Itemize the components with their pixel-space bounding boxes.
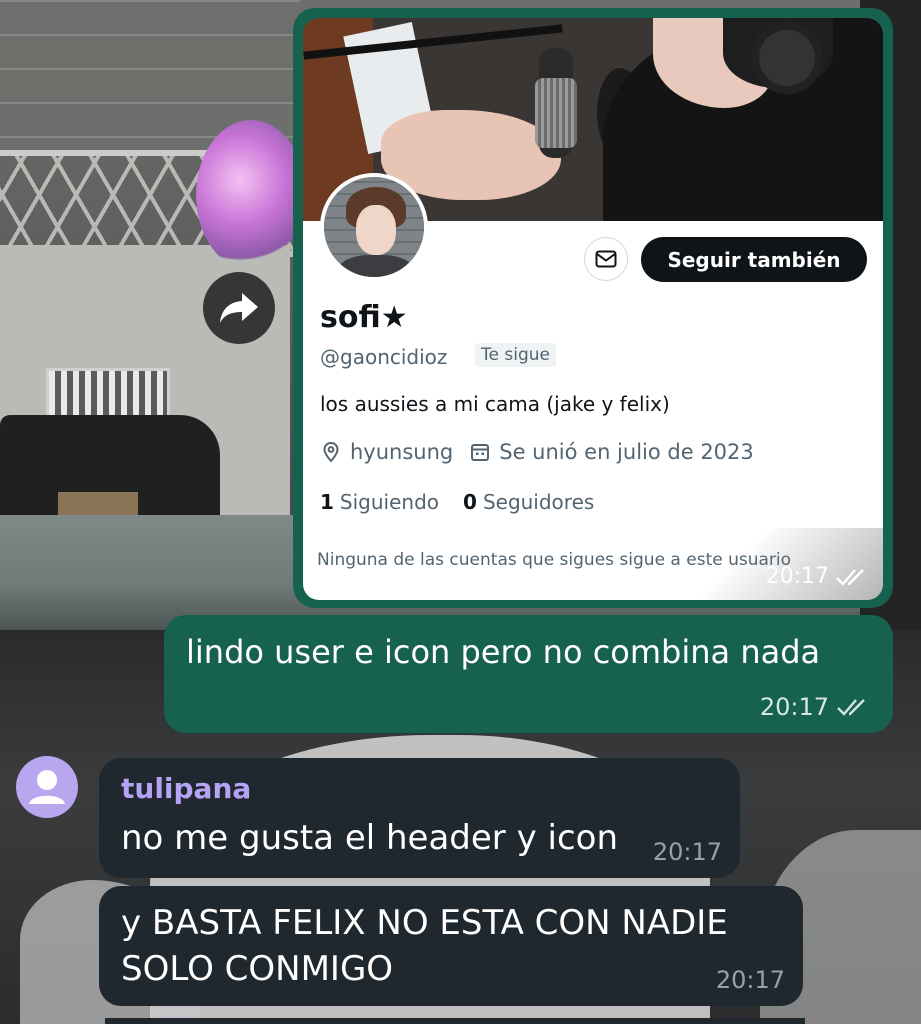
forward-arrow-icon — [220, 293, 258, 323]
message-timestamp: 20:17 — [652, 838, 722, 866]
profile-location: hyunsung — [350, 440, 454, 464]
person-icon — [29, 770, 65, 804]
message-timestamp: 20:17 — [760, 693, 873, 721]
outgoing-message[interactable]: lindo user e icon pero no combina nada 2… — [164, 615, 893, 733]
following-label: Siguiendo — [339, 490, 440, 514]
next-message-edge — [105, 1018, 805, 1024]
profile-display-name: sofi★ — [320, 300, 408, 335]
followers-label: Seguidores — [482, 490, 595, 514]
sender-name[interactable]: tulipana — [121, 772, 251, 805]
profile-join-date: Se unió en julio de 2023 — [499, 440, 754, 464]
message-button — [584, 237, 628, 281]
profile-handle: @gaoncidioz — [320, 345, 448, 369]
screenshot-message[interactable]: Seguir también sofi★ @gaoncidioz Te sigu… — [293, 8, 893, 608]
calendar-icon — [469, 441, 491, 463]
follow-back-button: Seguir también — [641, 237, 867, 282]
incoming-message[interactable]: tulipana no me gusta el header y icon 20… — [99, 758, 740, 878]
followers-count: 0 — [463, 490, 477, 514]
profile-screenshot[interactable]: Seguir también sofi★ @gaoncidioz Te sigu… — [303, 18, 883, 600]
profile-bio: los aussies a mi cama (jake y felix) — [320, 392, 670, 416]
incoming-message[interactable]: y BASTA FELIX NO ESTA CON NADIE SOLO CON… — [99, 886, 803, 1006]
follows-you-badge: Te sigue — [475, 343, 556, 367]
sender-avatar[interactable] — [16, 756, 78, 818]
location-pin-icon — [320, 441, 342, 463]
profile-counts: 1 Siguiendo 0 Seguidores — [320, 490, 594, 514]
forward-button[interactable] — [203, 272, 275, 344]
message-text: no me gusta el header y icon — [121, 818, 619, 858]
profile-avatar — [320, 173, 428, 281]
message-text: lindo user e icon pero no combina nada — [186, 633, 821, 671]
following-count: 1 — [320, 490, 334, 514]
double-check-icon — [836, 568, 864, 586]
message-timestamp: 20:17 — [766, 564, 871, 589]
double-check-icon — [837, 699, 865, 716]
profile-meta: hyunsung Se unió en julio de 2023 — [320, 440, 754, 464]
message-timestamp: 20:17 — [715, 966, 785, 994]
message-text: y BASTA FELIX NO ESTA CON NADIE SOLO CON… — [121, 903, 728, 989]
envelope-icon — [595, 250, 617, 268]
